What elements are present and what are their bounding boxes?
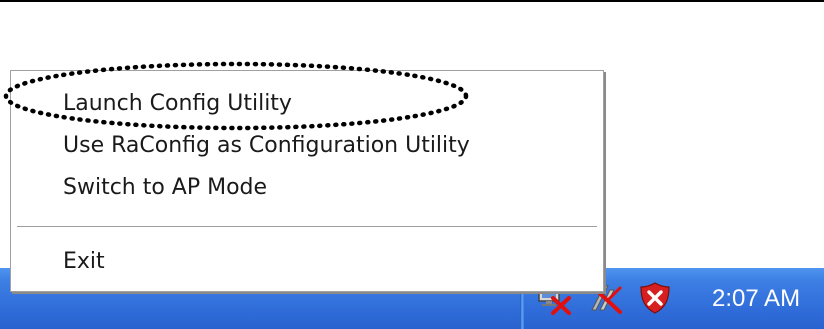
tray-context-menu: Launch Config Utility Use RaConfig as Co… [10,70,604,292]
top-border-line [0,0,824,2]
taskbar-clock[interactable]: 2:07 AM [712,284,800,314]
security-alert-icon[interactable] [636,280,674,316]
menu-item-exit[interactable]: Exit [11,243,603,281]
menu-item-label: Launch Config Utility [63,91,292,116]
menu-item-launch-config-utility[interactable]: Launch Config Utility [11,85,603,123]
menu-item-use-raconfig[interactable]: Use RaConfig as Configuration Utility [11,127,603,165]
menu-separator [17,226,597,228]
menu-item-switch-to-ap-mode[interactable]: Switch to AP Mode [11,169,603,207]
menu-item-label: Use RaConfig as Configuration Utility [63,133,470,158]
menu-item-label: Switch to AP Mode [63,175,268,200]
menu-item-label: Exit [63,249,105,274]
